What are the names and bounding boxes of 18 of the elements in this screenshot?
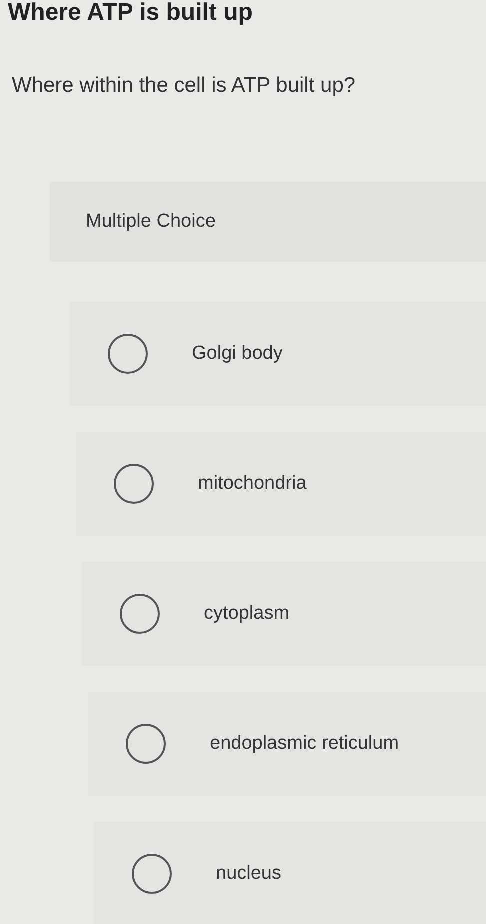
answer-option[interactable]: endoplasmic reticulum — [88, 692, 486, 796]
question-text: Where within the cell is ATP built up? — [12, 73, 357, 99]
option-label: nucleus — [216, 862, 282, 886]
option-label: mitochondria — [198, 472, 307, 496]
option-label: cytoplasm — [204, 602, 290, 626]
option-label: Golgi body — [192, 342, 283, 366]
question-type-header: Multiple Choice — [50, 182, 486, 262]
answer-option[interactable]: cytoplasm — [82, 562, 486, 666]
radio-button[interactable] — [108, 334, 148, 374]
radio-button[interactable] — [114, 464, 154, 504]
answer-option[interactable]: nucleus — [94, 822, 486, 924]
answer-option[interactable]: mitochondria — [76, 432, 486, 536]
radio-button[interactable] — [126, 724, 166, 764]
answer-option[interactable]: Golgi body — [70, 302, 486, 406]
page-title: Where ATP is built up — [8, 0, 253, 26]
option-label: endoplasmic reticulum — [210, 732, 400, 756]
radio-button[interactable] — [120, 594, 160, 634]
radio-button[interactable] — [132, 854, 172, 894]
